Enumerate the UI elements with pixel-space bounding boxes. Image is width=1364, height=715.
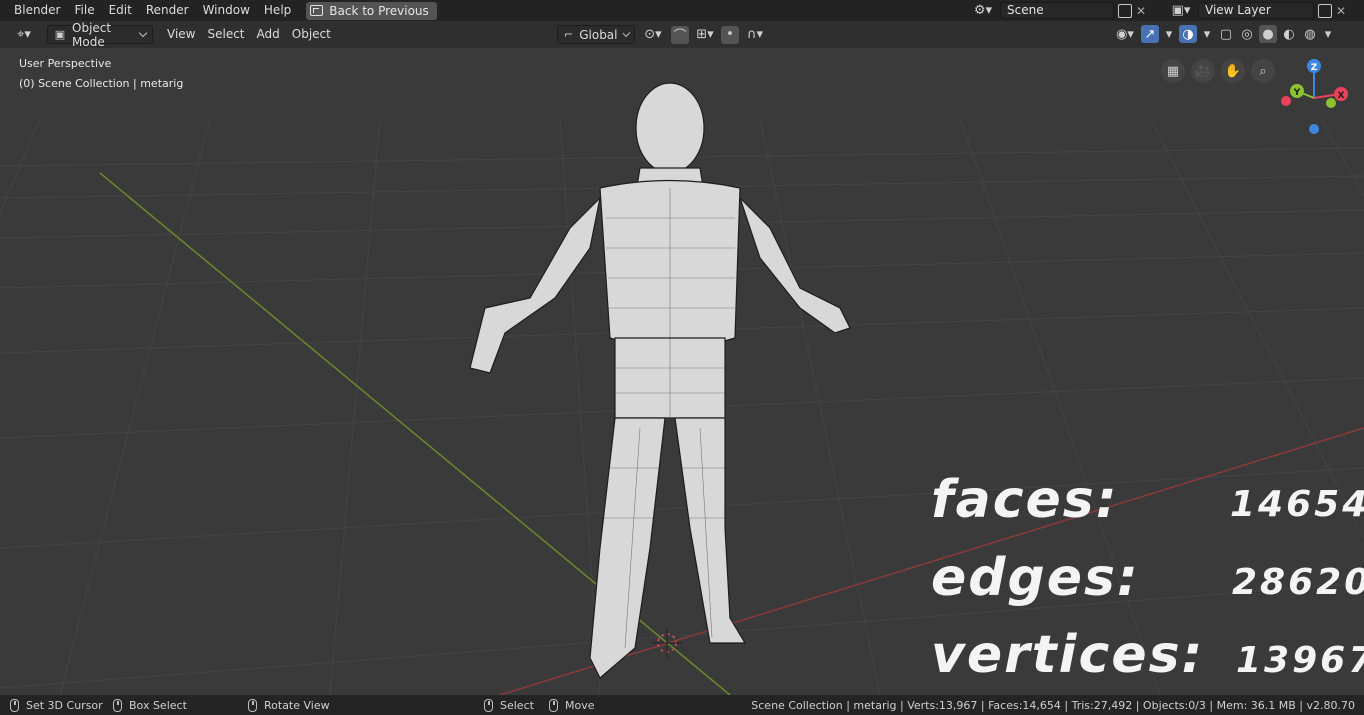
chevron-down-icon <box>622 29 630 37</box>
menu-help[interactable]: Help <box>257 0 298 21</box>
hint-select: Select <box>484 698 534 712</box>
mode-dropdown[interactable]: ▣ Object Mode <box>47 21 153 49</box>
header-menu-select[interactable]: Select <box>201 25 250 44</box>
viewport-nav-buttons: ▦ 🎥 ✋ ⌕ <box>1161 59 1275 83</box>
hint-box-select-label: Box Select <box>129 698 187 712</box>
gizmo-toggle-icon[interactable]: ↗ <box>1141 25 1159 43</box>
xray-toggle-icon[interactable]: ▢ <box>1217 25 1235 43</box>
orientation-icon: ⌐ <box>564 28 574 41</box>
menu-render[interactable]: Render <box>139 0 196 21</box>
mode-label: Object Mode <box>72 20 112 49</box>
view-layer-browse-icon[interactable]: ▣▾ <box>1168 2 1194 20</box>
header-menu-object[interactable]: Object <box>286 25 337 44</box>
delete-scene-icon[interactable]: ✕ <box>1136 4 1146 18</box>
scene-name-field[interactable]: Scene <box>1000 2 1114 19</box>
shading-options-icon[interactable]: ▾ <box>1322 25 1334 43</box>
mouse-middle-icon <box>248 698 257 712</box>
orientation-label: Global <box>579 27 618 42</box>
camera-icon[interactable]: 🎥 <box>1191 59 1215 83</box>
solid-shading-icon[interactable]: ● <box>1259 25 1277 43</box>
menu-blender[interactable]: Blender <box>0 0 68 21</box>
hint-box-select: Box Select <box>113 698 187 712</box>
gizmo-z-label: Z <box>1311 63 1318 73</box>
status-bar: Set 3D Cursor Box Select Rotate View Sel… <box>0 695 1364 715</box>
scene-selector: ⚙▾ Scene ✕ <box>970 0 1146 21</box>
character-mesh <box>469 82 851 679</box>
visibility-icon[interactable]: ◉▾ <box>1112 25 1138 43</box>
mouse-drag-icon <box>549 698 558 712</box>
hint-move: Move <box>549 698 595 712</box>
scene-collection-label: (0) Scene Collection | metarig <box>19 77 184 90</box>
gizmo-y-label: Y <box>1293 88 1301 98</box>
3d-viewport[interactable]: Z Y X User Perspective (0) Scene Collect… <box>0 48 1364 695</box>
gizmo-options-icon[interactable]: ▾ <box>1162 25 1176 43</box>
hint-set-cursor-label: Set 3D Cursor <box>26 698 103 712</box>
view-layer-selector: ▣▾ View Layer ✕ <box>1168 0 1346 21</box>
proportional-edit-icon[interactable]: • <box>721 25 739 44</box>
viewport-header: ⌖▾ ▣ Object Mode View Select Add Object … <box>0 21 1364 49</box>
pivot-point-icon[interactable]: ⊙▾ <box>639 26 667 44</box>
hint-rotate-view: Rotate View <box>248 698 330 712</box>
view-layer-field[interactable]: View Layer <box>1198 2 1314 19</box>
mouse-drag-icon <box>113 698 122 712</box>
scene-browse-icon[interactable]: ⚙▾ <box>970 2 996 20</box>
wireframe-shading-icon[interactable]: ◎ <box>1238 25 1256 43</box>
zoom-icon[interactable]: ⌕ <box>1251 59 1275 83</box>
3d-cursor-icon <box>652 628 682 658</box>
back-to-previous-label: Back to Previous <box>329 3 429 18</box>
back-to-previous-button[interactable]: Back to Previous <box>306 1 437 20</box>
hand-pan-icon[interactable]: ✋ <box>1221 59 1245 83</box>
gizmo-x-label: X <box>1338 91 1345 101</box>
orientation-dropdown[interactable]: ⌐ Global <box>557 25 635 44</box>
hint-move-label: Move <box>565 698 595 712</box>
hint-rotate-view-label: Rotate View <box>264 698 330 712</box>
view-perspective-label: User Perspective <box>19 57 112 70</box>
mouse-left-icon <box>10 698 19 712</box>
hint-set-cursor: Set 3D Cursor <box>10 698 103 712</box>
object-mode-icon: ▣ <box>54 28 66 41</box>
overlay-toggle-icon[interactable]: ◑ <box>1179 25 1197 43</box>
falloff-icon[interactable]: ∩▾ <box>743 26 767 44</box>
back-icon <box>310 5 324 16</box>
scene-statistics: Scene Collection | metarig | Verts:13,96… <box>751 698 1355 712</box>
snap-icon[interactable]: ⌒ <box>671 25 689 44</box>
new-view-layer-icon[interactable] <box>1318 3 1332 18</box>
chevron-down-icon <box>138 28 148 38</box>
menu-file[interactable]: File <box>68 0 102 21</box>
menu-edit[interactable]: Edit <box>102 0 139 21</box>
snap-target-icon[interactable]: ⊞▾ <box>693 26 717 44</box>
header-menu-add[interactable]: Add <box>251 25 286 44</box>
rendered-shading-icon[interactable]: ◍ <box>1301 25 1319 43</box>
material-shading-icon[interactable]: ◐ <box>1280 25 1298 43</box>
header-menu-view[interactable]: View <box>161 25 201 44</box>
grid-view-icon[interactable]: ▦ <box>1161 59 1185 83</box>
hint-select-label: Select <box>500 698 534 712</box>
mouse-left-icon <box>484 698 493 712</box>
overlay-options-icon[interactable]: ▾ <box>1200 25 1214 43</box>
new-scene-icon[interactable] <box>1118 3 1132 18</box>
blender-window: Blender File Edit Render Window Help Bac… <box>0 0 1364 715</box>
floor-grid: Z Y X <box>0 59 1364 695</box>
delete-view-layer-icon[interactable]: ✕ <box>1336 4 1346 18</box>
top-menu-bar: Blender File Edit Render Window Help Bac… <box>0 0 1364 21</box>
editor-type-icon[interactable]: ⌖▾ <box>9 26 39 44</box>
menu-window[interactable]: Window <box>196 0 257 21</box>
